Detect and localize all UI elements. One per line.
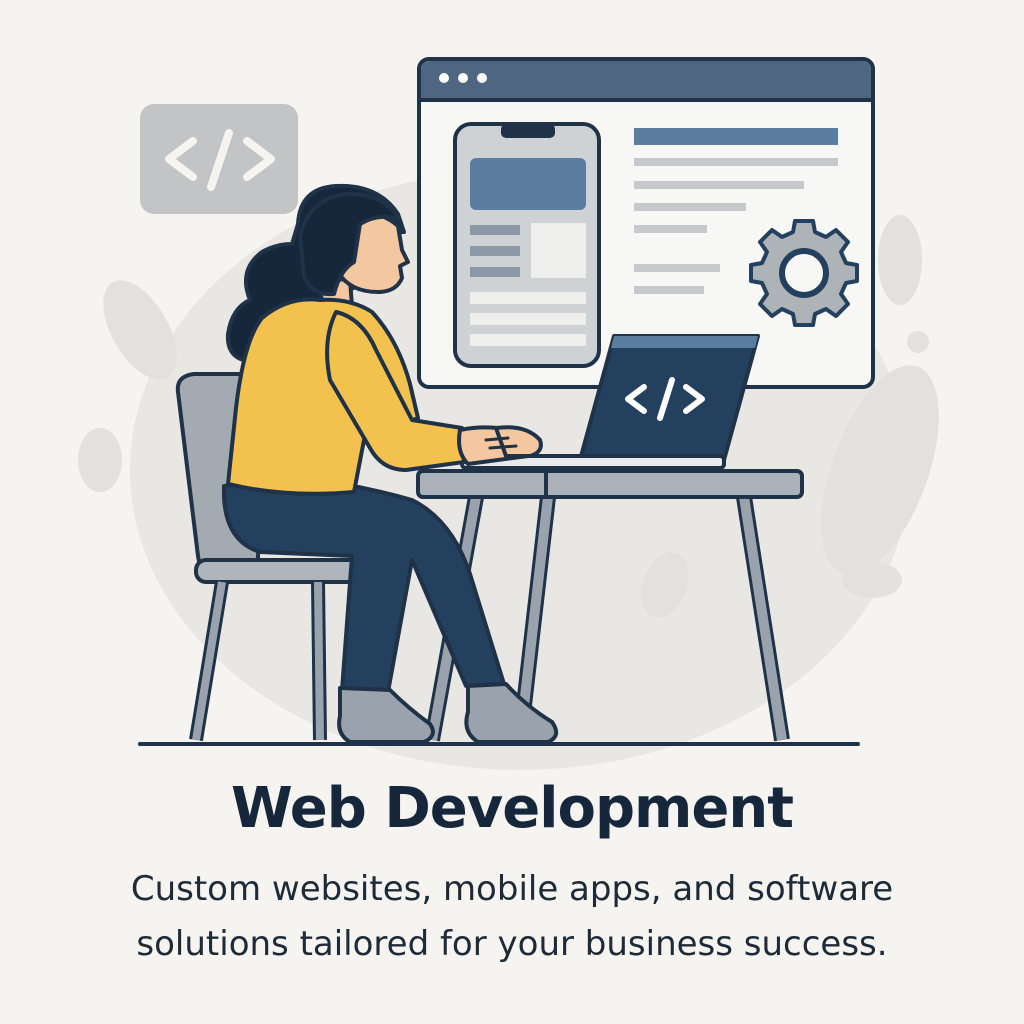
phone-mockup bbox=[453, 122, 601, 368]
web-development-card: Web Development Custom websites, mobile … bbox=[0, 0, 1024, 1024]
code-badge bbox=[140, 104, 298, 214]
page-description: Custom websites, mobile apps, and softwa… bbox=[130, 869, 894, 964]
window-dots-icon bbox=[439, 73, 487, 83]
web-development-illustration bbox=[78, 57, 939, 770]
gear-icon bbox=[749, 219, 859, 327]
page-title: Web Development bbox=[230, 776, 794, 841]
